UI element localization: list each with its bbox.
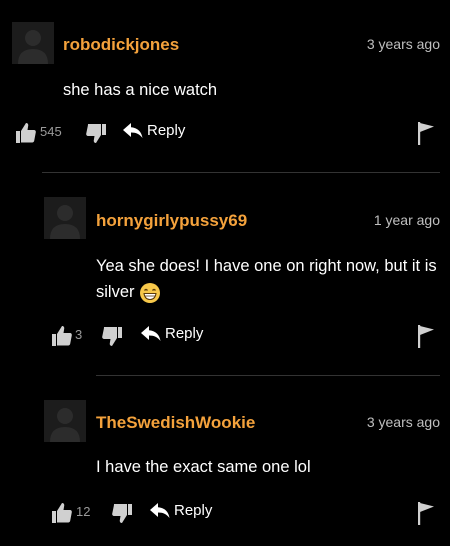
comment-actions: 545 Reply — [0, 121, 450, 145]
reply-label: Reply — [165, 325, 204, 342]
comment-text: Yea she does! I have one on right now, b… — [96, 253, 446, 305]
thumbs-down-icon[interactable] — [100, 324, 124, 348]
username[interactable]: hornygirlypussy69 — [96, 211, 247, 231]
thumbs-up-icon[interactable] — [14, 121, 38, 145]
reply-label: Reply — [174, 502, 213, 519]
avatar[interactable] — [44, 400, 86, 442]
reply-button[interactable]: Reply — [123, 122, 185, 139]
comment-actions: 3 Reply — [0, 324, 450, 348]
thumbs-up-icon[interactable] — [50, 501, 74, 525]
grinning-face-emoji-icon — [139, 282, 160, 303]
like-count: 3 — [75, 327, 83, 342]
timestamp: 1 year ago — [373, 212, 440, 228]
like-count: 545 — [40, 124, 62, 139]
reply-arrow-icon — [141, 325, 161, 341]
thumbs-up-icon[interactable] — [50, 324, 74, 348]
reply-arrow-icon — [150, 502, 170, 518]
comment-1: robodickjones 3 years ago she has a nice… — [0, 0, 450, 160]
default-avatar-icon — [44, 400, 86, 442]
username[interactable]: TheSwedishWookie — [96, 413, 255, 433]
comment-3-reply: TheSwedishWookie 3 years ago I have the … — [0, 376, 450, 546]
comment-actions: 12 Reply — [0, 501, 450, 525]
username[interactable]: robodickjones — [63, 35, 179, 55]
timestamp: 3 years ago — [366, 414, 440, 430]
reply-label: Reply — [147, 122, 186, 139]
reply-button[interactable]: Reply — [141, 325, 203, 342]
comment-2-reply: hornygirlypussy69 1 year ago Yea she doe… — [0, 173, 450, 373]
comment-text: I have the exact same one lol — [96, 458, 311, 476]
like-count: 12 — [76, 504, 91, 519]
default-avatar-icon — [44, 197, 86, 239]
comment-text: she has a nice watch — [63, 81, 218, 99]
default-avatar-icon — [12, 22, 54, 64]
avatar[interactable] — [44, 197, 86, 239]
timestamp: 3 years ago — [366, 36, 440, 52]
reply-arrow-icon — [123, 122, 143, 138]
thumbs-down-icon[interactable] — [84, 121, 108, 145]
flag-icon[interactable] — [416, 501, 436, 525]
flag-icon[interactable] — [416, 324, 436, 348]
avatar[interactable] — [12, 22, 54, 64]
flag-icon[interactable] — [416, 121, 436, 145]
reply-button[interactable]: Reply — [150, 502, 212, 519]
thumbs-down-icon[interactable] — [110, 501, 134, 525]
